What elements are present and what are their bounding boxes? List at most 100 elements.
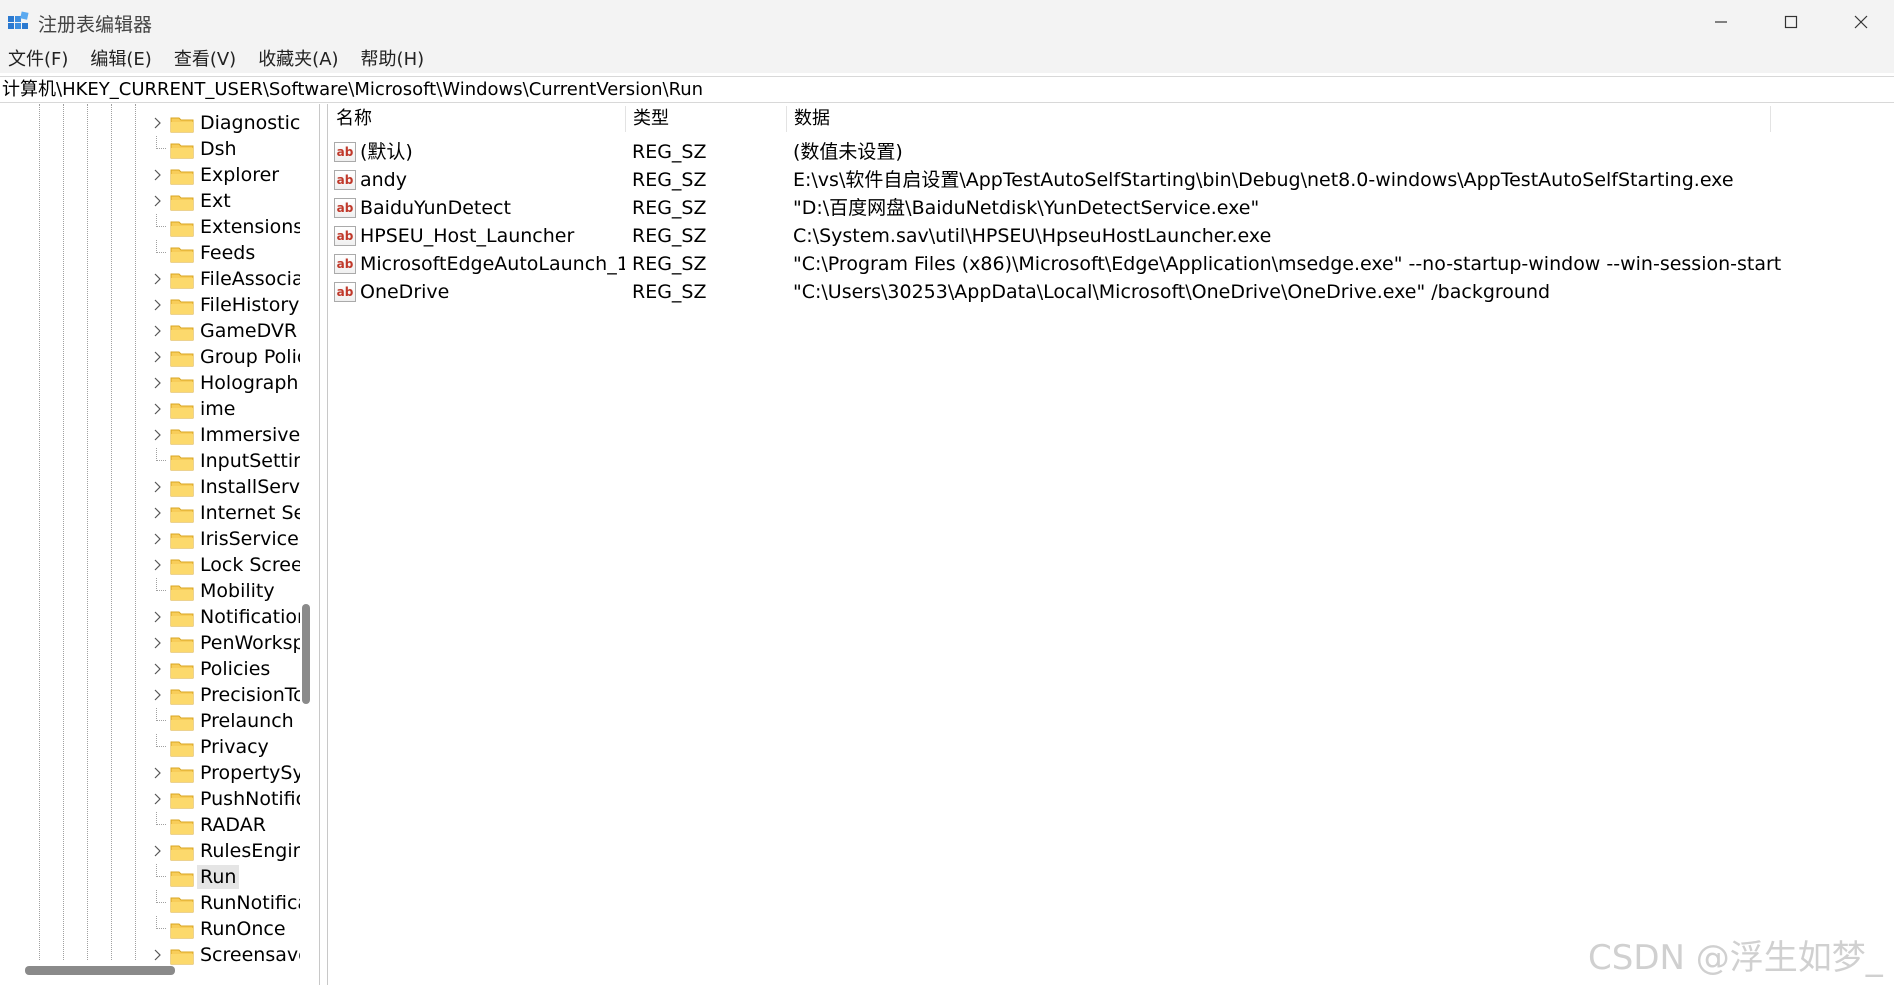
value-row[interactable]: ab OneDrive REG_SZ "C:\Users\30253\AppData\…	[328, 278, 1888, 306]
regedit-app-icon	[8, 11, 29, 29]
tree-item-label: Notifications	[200, 606, 300, 628]
tree-item[interactable]: Lock Screen	[150, 552, 300, 578]
tree-item[interactable]: Privacy	[150, 734, 300, 760]
folder-icon	[170, 115, 194, 133]
chevron-right-icon[interactable]	[150, 504, 164, 522]
chevron-right-icon[interactable]	[150, 790, 164, 808]
chevron-right-icon[interactable]	[150, 556, 164, 574]
tree-item-label: Lock Screen	[200, 554, 300, 576]
tree-item[interactable]: PenWorkspace	[150, 630, 300, 656]
tree-item[interactable]: InputSettings	[150, 448, 300, 474]
chevron-right-icon[interactable]	[150, 946, 164, 964]
tree-item[interactable]: Group Policy	[150, 344, 300, 370]
tree-item[interactable]: GameDVR	[150, 318, 300, 344]
chevron-right-icon[interactable]	[150, 478, 164, 496]
chevron-right-icon[interactable]	[150, 608, 164, 626]
column-header-data[interactable]: 数据	[786, 104, 1886, 134]
tree-item[interactable]: ImmersiveShell	[150, 422, 300, 448]
menu-help[interactable]: 帮助(H)	[361, 45, 425, 71]
maximize-button[interactable]	[1756, 0, 1826, 43]
value-row[interactable]: ab MicrosoftEdgeAutoLaunch_1... REG_SZ "C:\…	[328, 250, 1888, 278]
menu-file[interactable]: 文件(F)	[8, 45, 68, 71]
tree-item-label: PropertySystem	[200, 762, 300, 784]
tree-item[interactable]: Holographic	[150, 370, 300, 396]
close-button[interactable]	[1826, 0, 1894, 43]
value-row[interactable]: ab andy REG_SZ E:\vs\软件自启设置\AppTestAutoSelf…	[328, 166, 1888, 194]
value-row[interactable]: ab HPSEU_Host_Launcher REG_SZ C:\System.sav…	[328, 222, 1888, 250]
chevron-right-icon[interactable]	[150, 270, 164, 288]
values-pane[interactable]: 名称 类型 数据 ab (默认) REG_SZ (数值未设置) ab andy REG_SZ…	[327, 104, 1894, 985]
chevron-right-icon[interactable]	[150, 686, 164, 704]
tree-item[interactable]: PrecisionTouchPad	[150, 682, 300, 708]
chevron-right-icon[interactable]	[150, 348, 164, 366]
tree-vertical-scroll-thumb[interactable]	[302, 604, 310, 704]
chevron-right-icon[interactable]	[150, 842, 164, 860]
menu-view[interactable]: 查看(V)	[174, 45, 236, 71]
column-separator[interactable]	[1770, 106, 1771, 132]
minimize-button[interactable]	[1686, 0, 1756, 43]
chevron-right-icon[interactable]	[150, 400, 164, 418]
tree-item[interactable]: ime	[150, 396, 300, 422]
tree-item-label: PrecisionTouchPad	[200, 684, 300, 706]
chevron-right-icon[interactable]	[150, 322, 164, 340]
chevron-right-icon[interactable]	[150, 764, 164, 782]
tree-item[interactable]: Internet Settings	[150, 500, 300, 526]
chevron-right-icon[interactable]	[150, 296, 164, 314]
folder-icon	[170, 427, 194, 445]
tree-item[interactable]: Prelaunch	[150, 708, 300, 734]
key-tree-pane[interactable]: Diagnostics Dsh Explorer Ext Extensions Feeds…	[0, 104, 320, 985]
folder-icon	[170, 713, 194, 731]
column-header-type[interactable]: 类型	[625, 104, 785, 134]
tree-item[interactable]: Run	[150, 864, 300, 890]
tree-item[interactable]: InstallService	[150, 474, 300, 500]
tree-item[interactable]: Notifications	[150, 604, 300, 630]
chevron-right-icon[interactable]	[150, 114, 164, 132]
tree-item[interactable]: Policies	[150, 656, 300, 682]
value-row[interactable]: ab (默认) REG_SZ (数值未设置)	[328, 138, 1888, 166]
value-data: "C:\Users\30253\AppData\Local\Microsoft\…	[793, 281, 1551, 303]
tree-item[interactable]: Screensavers	[150, 942, 300, 968]
tree-item[interactable]: IrisService	[150, 526, 300, 552]
tree-item[interactable]: Explorer	[150, 162, 300, 188]
chevron-right-icon[interactable]	[150, 530, 164, 548]
tree-vertical-scrollbar[interactable]	[300, 104, 312, 960]
folder-icon	[170, 791, 194, 809]
chevron-right-icon[interactable]	[150, 660, 164, 678]
folder-icon	[170, 297, 194, 315]
value-row[interactable]: ab BaiduYunDetect REG_SZ "D:\百度网盘\BaiduNetd…	[328, 194, 1888, 222]
tree-item-label: Holographic	[200, 372, 300, 394]
tree-item[interactable]: Dsh	[150, 136, 300, 162]
chevron-right-icon[interactable]	[150, 634, 164, 652]
column-header-name[interactable]: 名称	[328, 104, 618, 134]
tree-item-label: Mobility	[200, 580, 275, 602]
tree-item-label: FileAssociations	[200, 268, 300, 290]
folder-icon	[170, 739, 194, 757]
tree-item[interactable]: Diagnostics	[150, 110, 300, 136]
chevron-right-icon[interactable]	[150, 426, 164, 444]
tree-item[interactable]: RulesEngine	[150, 838, 300, 864]
chevron-right-icon[interactable]	[150, 374, 164, 392]
tree-connector	[156, 240, 166, 253]
tree-item[interactable]: RADAR	[150, 812, 300, 838]
folder-icon	[170, 661, 194, 679]
tree-horizontal-scroll-thumb[interactable]	[25, 966, 175, 975]
tree-item[interactable]: PropertySystem	[150, 760, 300, 786]
tree-connector	[156, 864, 166, 877]
string-value-icon: ab	[334, 170, 356, 190]
address-bar[interactable]: 计算机\HKEY_CURRENT_USER\Software\Microsoft…	[0, 76, 1894, 103]
tree-item[interactable]: FileHistory	[150, 292, 300, 318]
tree-item[interactable]: Ext	[150, 188, 300, 214]
tree-item[interactable]: Mobility	[150, 578, 300, 604]
menu-edit[interactable]: 编辑(E)	[90, 45, 151, 71]
tree-item-label: Dsh	[200, 138, 237, 160]
tree-item-label: Privacy	[200, 736, 269, 758]
menu-favorites[interactable]: 收藏夹(A)	[258, 45, 338, 71]
tree-item[interactable]: Feeds	[150, 240, 300, 266]
tree-item[interactable]: RunNotification	[150, 890, 300, 916]
tree-item[interactable]: PushNotifications	[150, 786, 300, 812]
chevron-right-icon[interactable]	[150, 166, 164, 184]
tree-item[interactable]: FileAssociations	[150, 266, 300, 292]
tree-item[interactable]: RunOnce	[150, 916, 300, 942]
chevron-right-icon[interactable]	[150, 192, 164, 210]
tree-item[interactable]: Extensions	[150, 214, 300, 240]
